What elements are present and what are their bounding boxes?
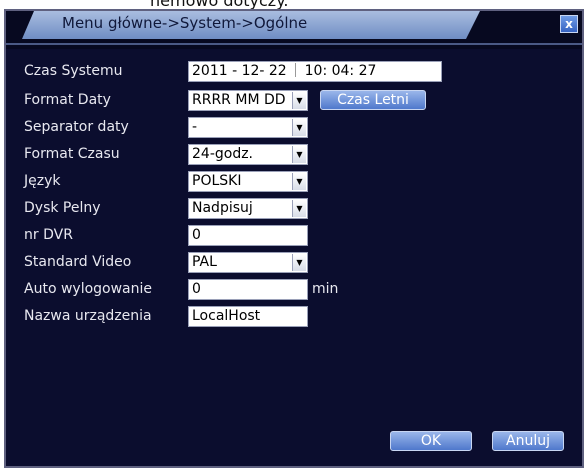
time-format-select[interactable]: 24-godz. ▼ bbox=[188, 144, 308, 165]
dvr-no-label: nr DVR bbox=[24, 227, 73, 243]
video-standard-select[interactable]: PAL ▼ bbox=[188, 252, 308, 273]
system-date-value[interactable]: 2011 - 12- 22 bbox=[192, 63, 287, 79]
row-language: Język POLSKI ▼ bbox=[24, 171, 584, 194]
title-bar: Menu główne->System->Ogólne x bbox=[6, 11, 582, 49]
row-dvr-no: nr DVR 0 bbox=[24, 225, 584, 248]
language-select[interactable]: POLSKI ▼ bbox=[188, 171, 308, 192]
device-name-input[interactable]: LocalHost bbox=[188, 306, 308, 327]
date-format-label: Format Daty bbox=[24, 92, 111, 108]
language-label: Język bbox=[24, 173, 61, 189]
video-standard-value: PAL bbox=[192, 254, 217, 270]
close-icon[interactable]: x bbox=[560, 15, 578, 33]
window-title: Menu główne->System->Ogólne bbox=[62, 14, 308, 32]
row-date-format: Format Daty RRRR MM DD ▼ Czas Letni bbox=[24, 90, 584, 113]
disk-full-value: Nadpisuj bbox=[192, 200, 253, 216]
chevron-down-icon[interactable]: ▼ bbox=[292, 200, 306, 217]
auto-logout-label: Auto wylogowanie bbox=[24, 281, 153, 297]
date-separator-value: - bbox=[192, 119, 198, 135]
dvr-no-input[interactable]: 0 bbox=[188, 225, 308, 246]
cancel-button[interactable]: Anuluj bbox=[492, 431, 564, 451]
video-standard-label: Standard Video bbox=[24, 254, 132, 270]
chevron-down-icon[interactable]: ▼ bbox=[292, 92, 306, 109]
date-time-separator bbox=[295, 63, 297, 77]
disk-full-label: Dysk Pelny bbox=[24, 200, 101, 216]
row-disk-full: Dysk Pelny Nadpisuj ▼ bbox=[24, 198, 584, 221]
row-device-name: Nazwa urządzenia LocalHost bbox=[24, 306, 584, 329]
auto-logout-input[interactable]: 0 bbox=[188, 279, 308, 300]
row-date-separator: Separator daty - ▼ bbox=[24, 117, 584, 140]
chevron-down-icon[interactable]: ▼ bbox=[292, 119, 306, 136]
chevron-down-icon[interactable]: ▼ bbox=[292, 173, 306, 190]
dst-button[interactable]: Czas Letni bbox=[320, 90, 426, 110]
row-time-format: Format Czasu 24-godz. ▼ bbox=[24, 144, 584, 167]
time-format-value: 24-godz. bbox=[192, 146, 254, 162]
system-time-label: Czas Systemu bbox=[24, 63, 123, 79]
language-value: POLSKI bbox=[192, 173, 242, 189]
date-separator-label: Separator daty bbox=[24, 119, 129, 135]
system-time-value[interactable]: 10: 04: 27 bbox=[305, 63, 377, 79]
date-format-select[interactable]: RRRR MM DD ▼ bbox=[188, 90, 308, 111]
system-time-field[interactable]: 2011 - 12- 22 10: 04: 27 bbox=[188, 61, 442, 82]
row-system-time: Czas Systemu 2011 - 12- 22 10: 04: 27 bbox=[24, 61, 584, 84]
chevron-down-icon[interactable]: ▼ bbox=[292, 146, 306, 163]
ok-button[interactable]: OK bbox=[390, 431, 472, 451]
device-name-label: Nazwa urządzenia bbox=[24, 308, 152, 324]
date-separator-select[interactable]: - ▼ bbox=[188, 117, 308, 138]
date-format-value: RRRR MM DD bbox=[192, 92, 286, 108]
settings-window: Menu główne->System->Ogólne x Czas Syste… bbox=[4, 9, 584, 468]
auto-logout-unit: min bbox=[312, 281, 339, 297]
disk-full-select[interactable]: Nadpisuj ▼ bbox=[188, 198, 308, 219]
chevron-down-icon[interactable]: ▼ bbox=[292, 254, 306, 271]
title-divider bbox=[6, 43, 582, 45]
time-format-label: Format Czasu bbox=[24, 146, 120, 162]
row-auto-logout: Auto wylogowanie 0 min bbox=[24, 279, 584, 302]
row-video-standard: Standard Video PAL ▼ bbox=[24, 252, 584, 275]
